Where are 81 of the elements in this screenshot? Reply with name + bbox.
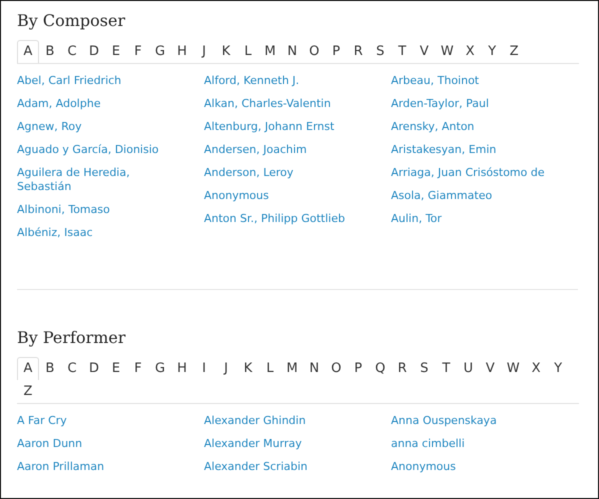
letter-tab[interactable]: L	[259, 357, 281, 380]
name-link[interactable]: anna cimbelli	[391, 437, 465, 451]
letter-tab[interactable]: U	[457, 357, 480, 380]
name-link[interactable]: Aguado y García, Dionisio	[17, 143, 159, 157]
name-link[interactable]: Alexander Murray	[204, 437, 302, 451]
letter-tab[interactable]: J	[193, 40, 215, 63]
letter-tab[interactable]: T	[391, 40, 414, 63]
letter-tab[interactable]: C	[61, 357, 83, 380]
letter-tab[interactable]: N	[303, 357, 326, 380]
letter-tab[interactable]: H	[171, 40, 193, 63]
letter-tab[interactable]: R	[391, 357, 414, 380]
letter-tab[interactable]: V	[479, 357, 502, 380]
letter-tab[interactable]: N	[281, 40, 304, 63]
letter-tab[interactable]: W	[435, 40, 460, 63]
letter-tab[interactable]: K	[215, 40, 237, 63]
letter-tab[interactable]: Y	[547, 357, 570, 380]
letter-tab[interactable]: O	[325, 357, 348, 380]
letter-tab[interactable]: M	[281, 357, 304, 380]
name-link[interactable]: A Far Cry	[17, 414, 67, 428]
letter-tab[interactable]: X	[525, 357, 548, 380]
letter-tab[interactable]: A	[17, 357, 39, 380]
name-link[interactable]: Anna Ouspenskaya	[391, 414, 497, 428]
letter-tab[interactable]: Z	[503, 40, 526, 63]
name-link[interactable]: Alexander Scriabin	[204, 460, 308, 474]
letter-tab[interactable]: E	[105, 357, 127, 380]
letter-tab[interactable]: I	[193, 357, 215, 380]
name-link[interactable]: Albéniz, Isaac	[17, 226, 93, 240]
name-link[interactable]: Aaron Prillaman	[17, 460, 104, 474]
letter-tab[interactable]: D	[83, 40, 105, 63]
name-link[interactable]: Aguilera de Heredia, Sebastián	[17, 166, 182, 194]
section-heading: By Composer	[17, 11, 126, 30]
name-link[interactable]: Alexander Ghindin	[204, 414, 306, 428]
name-link[interactable]: Agnew, Roy	[17, 120, 82, 134]
letter-tab[interactable]: Q	[369, 357, 392, 380]
letter-tab[interactable]: L	[237, 40, 259, 63]
name-link[interactable]: Alford, Kenneth J.	[204, 74, 300, 88]
name-link[interactable]: Abel, Carl Friedrich	[17, 74, 122, 88]
name-link[interactable]: Arensky, Anton	[391, 120, 474, 134]
name-link[interactable]: Arden-Taylor, Paul	[391, 97, 489, 111]
name-link[interactable]: Arbeau, Thoinot	[391, 74, 479, 88]
letter-tab[interactable]: X	[459, 40, 482, 63]
letter-tab[interactable]: G	[149, 40, 171, 63]
letter-tab[interactable]: M	[259, 40, 282, 63]
name-link[interactable]: Anton Sr., Philipp Gottlieb	[204, 212, 345, 226]
name-link[interactable]: Andersen, Joachim	[204, 143, 307, 157]
letter-tab[interactable]: T	[435, 357, 458, 380]
letter-tab[interactable]: P	[347, 357, 370, 380]
name-link[interactable]: Aulin, Tor	[391, 212, 442, 226]
letter-tab[interactable]: V	[413, 40, 436, 63]
letter-tab[interactable]: Y	[481, 40, 504, 63]
letter-tab[interactable]: G	[149, 357, 171, 380]
letter-tab[interactable]: D	[83, 357, 105, 380]
letter-tab[interactable]: H	[171, 357, 193, 380]
letter-tab[interactable]: J	[215, 357, 237, 380]
letter-tab[interactable]: B	[39, 40, 61, 63]
letter-tab[interactable]: W	[501, 357, 526, 380]
letter-tab[interactable]: Z	[17, 380, 39, 403]
letter-tab[interactable]: F	[127, 357, 149, 380]
section-heading: By Performer	[17, 328, 127, 347]
name-link[interactable]: Arriaga, Juan Crisóstomo de	[391, 166, 545, 180]
name-link[interactable]: Aristakesyan, Emin	[391, 143, 496, 157]
name-link[interactable]: Anonymous	[391, 460, 456, 474]
name-link[interactable]: Adam, Adolphe	[17, 97, 101, 111]
letter-tab[interactable]: E	[105, 40, 127, 63]
letter-tab[interactable]: P	[325, 40, 348, 63]
letter-tab[interactable]: O	[303, 40, 326, 63]
name-link[interactable]: Anderson, Leroy	[204, 166, 294, 180]
name-link[interactable]: Aaron Dunn	[17, 437, 82, 451]
letter-tab[interactable]: C	[61, 40, 83, 63]
letter-tab[interactable]: B	[39, 357, 61, 380]
letter-tab[interactable]: S	[369, 40, 392, 63]
letter-tab[interactable]: R	[347, 40, 370, 63]
letter-tab[interactable]: S	[413, 357, 436, 380]
name-link[interactable]: Albinoni, Tomaso	[17, 203, 110, 217]
name-link[interactable]: Altenburg, Johann Ernst	[204, 120, 334, 134]
name-link[interactable]: Anonymous	[204, 189, 269, 203]
name-link[interactable]: Alkan, Charles-Valentin	[204, 97, 331, 111]
letter-tab[interactable]: F	[127, 40, 149, 63]
letter-tab[interactable]: A	[17, 40, 39, 63]
name-link[interactable]: Asola, Giammateo	[391, 189, 492, 203]
letter-tab[interactable]: K	[237, 357, 259, 380]
